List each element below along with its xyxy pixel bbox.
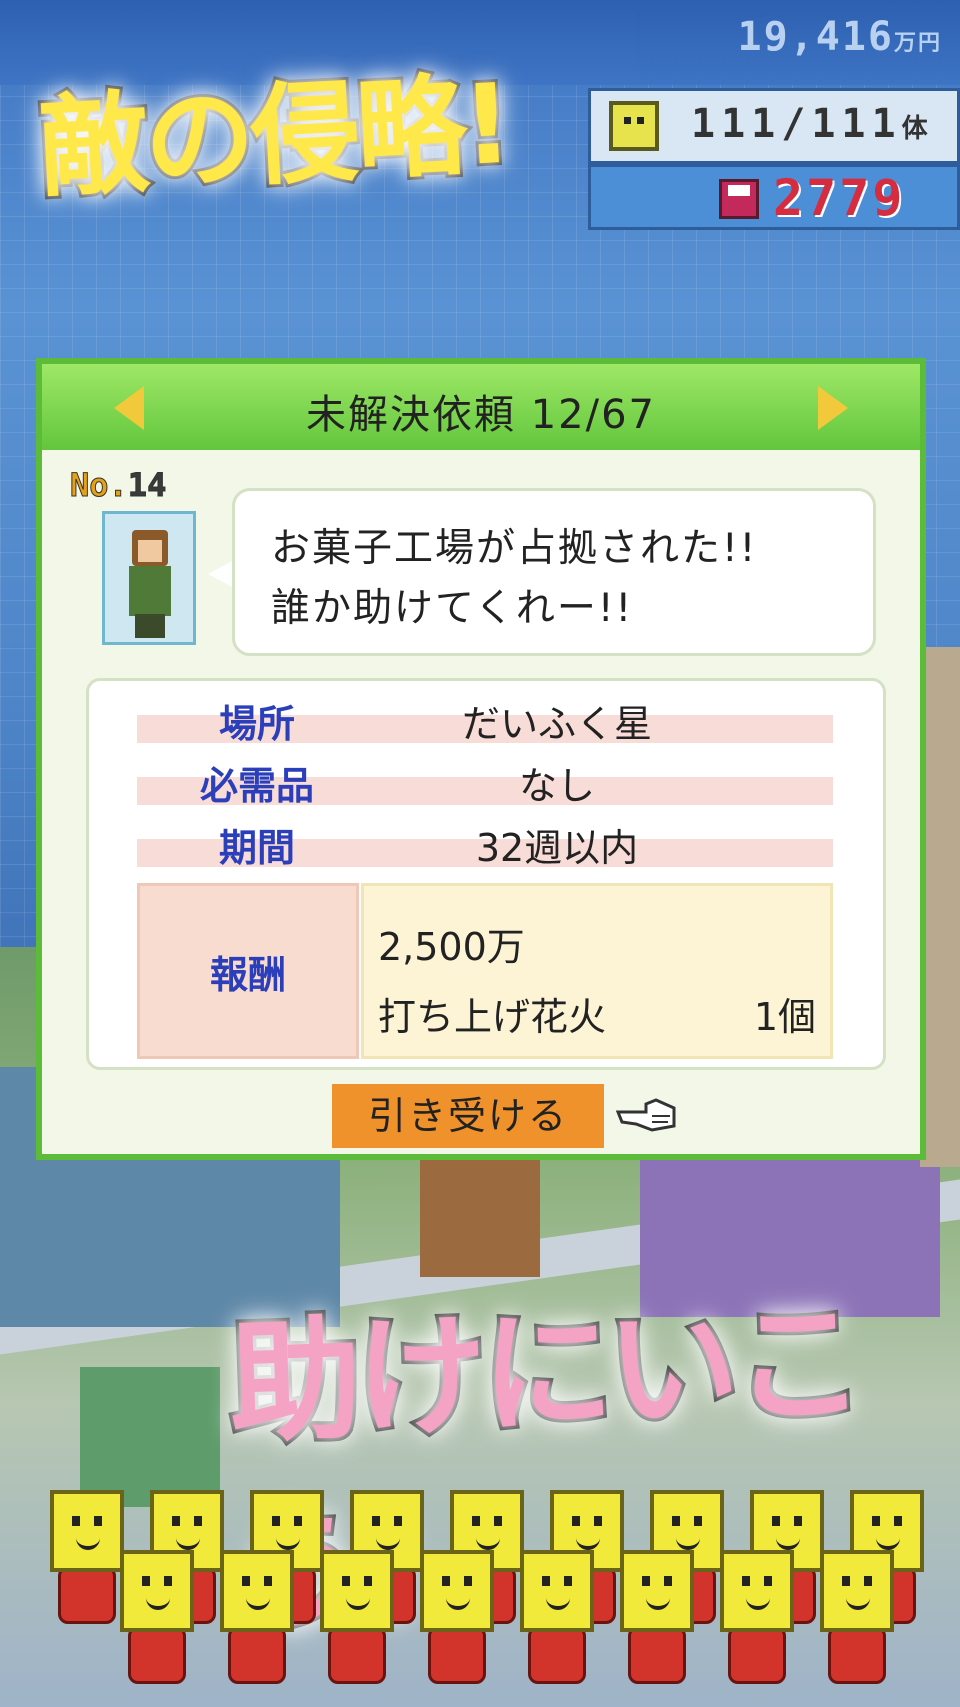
reward-money: 2,500万 [378, 925, 525, 969]
request-dialog: 未解決依頼 12/67 No.14 お菓子工場が占拠された!! 誰か助けてくれー… [36, 358, 926, 1160]
dialog-title: 未解決依頼 12/67 [306, 392, 656, 438]
row-value: だいふく星 [461, 702, 652, 746]
population-panel: 111/111体 [588, 88, 960, 164]
money-display: 19,416万円 [737, 14, 942, 60]
info-row-location: 場所 だいふく星 [137, 687, 833, 746]
resident-body [628, 1626, 686, 1684]
population-value: 111/111 [691, 101, 902, 147]
resident-head [820, 1550, 894, 1632]
speech-text: お菓子工場が占拠された!! 誰か助けてくれー!! [271, 519, 757, 639]
crowd-of-residents [0, 1480, 960, 1707]
info-row-period: 期間 32週以内 [137, 811, 833, 870]
request-number-value: 14 [127, 466, 167, 505]
request-info-table: 場所 だいふく星 必需品 なし 期間 32週以内 報酬 2,500万 打ち上げ花… [86, 678, 886, 1070]
resident-head [220, 1550, 294, 1632]
reward-key: 報酬 [209, 953, 286, 997]
resident-mouth [476, 1538, 500, 1550]
population-unit: 体 [901, 114, 928, 144]
resident-body [828, 1626, 886, 1684]
money-unit: 万円 [893, 31, 942, 56]
speech-line-2: 誰か助けてくれー!! [271, 586, 634, 631]
resident-body [728, 1626, 786, 1684]
speech-line-1: お菓子工場が占拠された!! [271, 526, 758, 571]
resident-mouth [376, 1538, 400, 1550]
resident-head [50, 1490, 124, 1572]
resident-mouth [346, 1598, 370, 1610]
resident-mouth [676, 1538, 700, 1550]
resident-body [128, 1626, 186, 1684]
resident-head [420, 1550, 494, 1632]
resident-mouth [876, 1538, 900, 1550]
resident-mouth [746, 1598, 770, 1610]
reward-value-cell: 2,500万 打ち上げ花火 1個 [361, 883, 833, 1059]
resident-head [320, 1550, 394, 1632]
resident-mouth [176, 1538, 200, 1550]
resident-mouth [546, 1598, 570, 1610]
row-key: 期間 [218, 826, 295, 870]
resident-mouth [446, 1598, 470, 1610]
resident-head [720, 1550, 794, 1632]
pointing-hand-icon [616, 1098, 676, 1132]
resident-body [228, 1626, 286, 1684]
request-number-prefix: No. [70, 466, 129, 505]
reward-key-cell: 報酬 [137, 883, 359, 1059]
speech-bubble: お菓子工場が占拠された!! 誰か助けてくれー!! [232, 488, 876, 656]
reward-item: 打ち上げ花火 [378, 995, 607, 1039]
resident-body [428, 1626, 486, 1684]
portrait-face [138, 540, 162, 562]
next-arrow-icon[interactable] [818, 386, 848, 430]
row-key: 場所 [218, 702, 295, 746]
resident-mouth [146, 1598, 170, 1610]
resident-mouth [846, 1598, 870, 1610]
client-portrait [102, 511, 196, 645]
row-key: 必需品 [199, 764, 314, 808]
portrait-body [129, 566, 171, 616]
reward-quantity: 1個 [753, 995, 816, 1039]
resident-head [520, 1550, 594, 1632]
resident-face-icon [609, 101, 659, 151]
resident-head [120, 1550, 194, 1632]
info-row-required-items: 必需品 なし [137, 749, 833, 808]
resident-mouth [646, 1598, 670, 1610]
right-buildings [920, 647, 960, 1167]
score-panel: 2779 [588, 164, 960, 230]
population-count: 111/111体 [691, 101, 928, 147]
speech-tail [208, 560, 234, 588]
score-value: 2779 [773, 169, 906, 227]
portrait-legs [135, 614, 165, 638]
row-value: なし [518, 764, 595, 808]
resident-mouth [246, 1598, 270, 1610]
resident-mouth [276, 1538, 300, 1550]
resident-head [620, 1550, 694, 1632]
dialog-header: 未解決依頼 12/67 [42, 364, 920, 450]
row-value: 32週以内 [475, 826, 639, 870]
resident-body [58, 1566, 116, 1624]
resident-mouth [576, 1538, 600, 1550]
banner-enemy-invasion: 敵の侵略! [32, 57, 514, 215]
money-value: 19,416 [737, 14, 894, 60]
resident-body [528, 1626, 586, 1684]
accept-button[interactable]: 引き受ける [332, 1084, 604, 1148]
resident-mouth [776, 1538, 800, 1550]
save-disk-icon [719, 179, 759, 219]
resident-body [328, 1626, 386, 1684]
resident-mouth [76, 1538, 100, 1550]
request-number: No.14 [70, 466, 167, 505]
